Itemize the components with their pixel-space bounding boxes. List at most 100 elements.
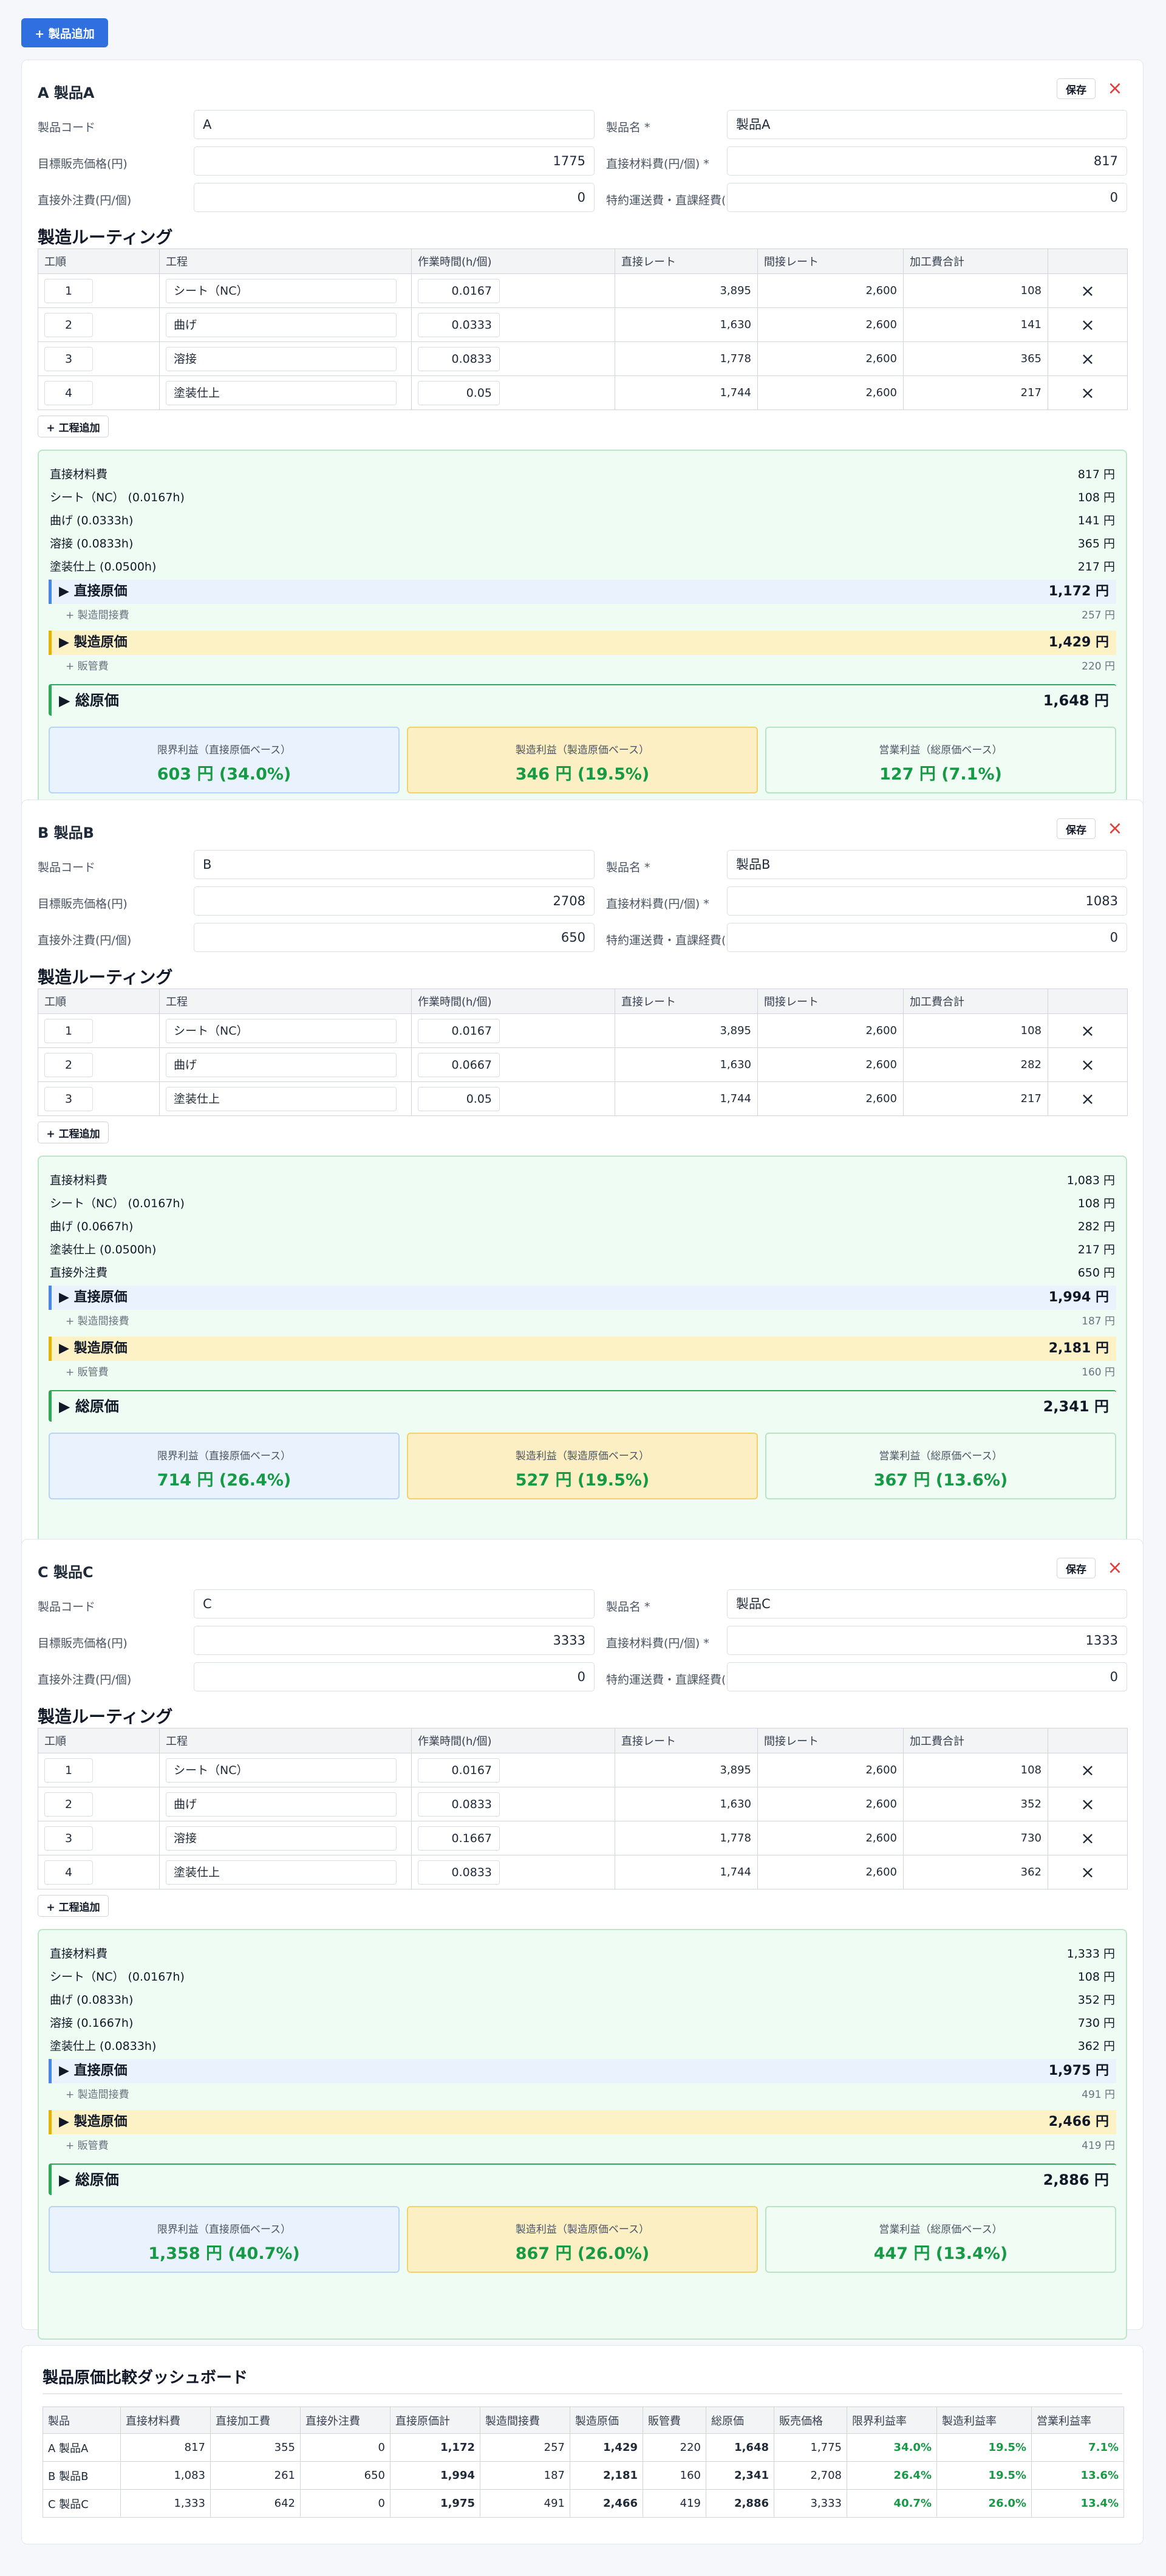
- seq-input[interactable]: 4: [44, 1860, 93, 1885]
- time-cell: 0.05: [411, 375, 615, 410]
- time-cell: 0.0167: [411, 1753, 615, 1787]
- save-button[interactable]: 保存: [1057, 818, 1096, 839]
- code-field[interactable]: A: [194, 110, 595, 139]
- delete-product-icon[interactable]: ×: [1104, 78, 1126, 99]
- code-field[interactable]: C: [194, 1589, 595, 1619]
- time-input[interactable]: 0.0167: [418, 1018, 500, 1043]
- process-cell: 塗装仕上: [159, 1081, 412, 1116]
- process-cell: 溶接: [159, 1821, 412, 1855]
- delete-product-icon[interactable]: ×: [1104, 1558, 1126, 1578]
- marginal-profit-box-label: 限界利益（直接原価ベース）: [157, 2224, 292, 2236]
- save-button[interactable]: 保存: [1057, 1558, 1096, 1578]
- target-price-field[interactable]: 3333: [194, 1626, 595, 1655]
- summary-value: 1,083 円: [1066, 1174, 1115, 1187]
- time-input[interactable]: 0.05: [418, 380, 500, 405]
- cost-summary: 直接材料費 817 円シート（NC） (0.0167h) 108 円曲げ (0.03…: [38, 450, 1127, 860]
- seq-input[interactable]: 3: [44, 1086, 93, 1111]
- seq-input[interactable]: 2: [44, 1052, 93, 1077]
- outsource-field[interactable]: 0: [194, 183, 595, 212]
- delete-process-icon[interactable]: ×: [1048, 375, 1128, 410]
- outsource-field[interactable]: 0: [194, 1662, 595, 1691]
- seq-input[interactable]: 1: [44, 1758, 93, 1783]
- operating-profit-box: 営業利益（総原価ベース） 367 円 (13.6%): [765, 1433, 1116, 1499]
- time-input[interactable]: 0.0167: [418, 1758, 500, 1783]
- target-price-field[interactable]: 2708: [194, 886, 595, 916]
- time-input[interactable]: 0.05: [418, 1086, 500, 1111]
- outsource-field[interactable]: 650: [194, 923, 595, 952]
- special-field[interactable]: 0: [727, 923, 1127, 952]
- delete-process-icon[interactable]: ×: [1048, 1787, 1128, 1821]
- time-input[interactable]: 0.0833: [418, 1860, 500, 1885]
- seq-cell: 2: [38, 1047, 160, 1082]
- add-process-button[interactable]: + 工程追加: [38, 416, 109, 437]
- process-input[interactable]: シート（NC）: [166, 1018, 397, 1043]
- process-input[interactable]: シート（NC）: [166, 1758, 397, 1783]
- target-price-field[interactable]: 1775: [194, 146, 595, 176]
- special-field[interactable]: 0: [727, 183, 1127, 212]
- label-name: 製品名 *: [606, 121, 650, 134]
- process-input[interactable]: 曲げ: [166, 312, 397, 337]
- process-input[interactable]: 溶接: [166, 346, 397, 371]
- process-input[interactable]: 溶接: [166, 1826, 397, 1851]
- seq-input[interactable]: 4: [44, 380, 93, 405]
- delete-process-icon[interactable]: ×: [1048, 1047, 1128, 1082]
- name-field[interactable]: 製品B: [727, 850, 1127, 879]
- routing-header: 作業時間(h/個): [411, 988, 615, 1014]
- time-input[interactable]: 0.0333: [418, 312, 500, 337]
- process-input[interactable]: 塗装仕上: [166, 1860, 397, 1885]
- seq-input[interactable]: 2: [44, 312, 93, 337]
- delete-process-icon[interactable]: ×: [1048, 341, 1128, 376]
- material-field[interactable]: 1083: [727, 886, 1127, 916]
- dashboard-header: 限界利益率: [847, 2406, 937, 2434]
- seq-input[interactable]: 1: [44, 278, 93, 303]
- routing-row: 2 曲げ 0.0333 1,630 2,600 141 ×: [38, 307, 1128, 342]
- add-process-button[interactable]: + 工程追加: [38, 1122, 109, 1143]
- delete-process-icon[interactable]: ×: [1048, 1821, 1128, 1855]
- material-field[interactable]: 1333: [727, 1626, 1127, 1655]
- special-field[interactable]: 0: [727, 1662, 1127, 1691]
- delete-process-icon[interactable]: ×: [1048, 1855, 1128, 1889]
- dashboard-cell: 13.6%: [1031, 2461, 1124, 2490]
- delete-process-icon[interactable]: ×: [1048, 1081, 1128, 1116]
- process-input[interactable]: 曲げ: [166, 1792, 397, 1817]
- seq-input[interactable]: 2: [44, 1792, 93, 1817]
- save-button[interactable]: 保存: [1057, 78, 1096, 99]
- delete-process-icon[interactable]: ×: [1048, 1753, 1128, 1787]
- process-input[interactable]: 塗装仕上: [166, 380, 397, 405]
- routing-row: 3 溶接 0.1667 1,778 2,600 730 ×: [38, 1821, 1128, 1855]
- mfg-cost-value: 2,181 円: [1048, 1341, 1109, 1356]
- routing-row: 3 塗装仕上 0.05 1,744 2,600 217 ×: [38, 1081, 1128, 1116]
- code-field[interactable]: B: [194, 850, 595, 879]
- material-field[interactable]: 817: [727, 146, 1127, 176]
- mfg-profit-box: 製造利益（製造原価ベース） 867 円 (26.0%): [407, 2206, 758, 2273]
- time-input[interactable]: 0.0167: [418, 278, 500, 303]
- dashboard-cell: 13.4%: [1031, 2489, 1124, 2518]
- delete-process-icon[interactable]: ×: [1048, 273, 1128, 308]
- add-process-button[interactable]: + 工程追加: [38, 1895, 109, 1917]
- delete-product-icon[interactable]: ×: [1104, 818, 1126, 839]
- delete-process-icon[interactable]: ×: [1048, 307, 1128, 342]
- process-input[interactable]: シート（NC）: [166, 278, 397, 303]
- time-input[interactable]: 0.1667: [418, 1826, 500, 1851]
- delete-process-icon[interactable]: ×: [1048, 1013, 1128, 1048]
- routing-header: 間接レート: [757, 1728, 904, 1753]
- dashboard-cell: 2,886: [706, 2489, 774, 2518]
- seq-cell: 1: [38, 273, 160, 308]
- seq-input[interactable]: 3: [44, 346, 93, 371]
- process-input[interactable]: 塗装仕上: [166, 1086, 397, 1111]
- indirect-rate-cell: 2,600: [757, 341, 904, 376]
- time-input[interactable]: 0.0833: [418, 1792, 500, 1817]
- seq-input[interactable]: 3: [44, 1826, 93, 1851]
- mfg-cost-value: 2,466 円: [1048, 2114, 1109, 2129]
- summary-line: 塗装仕上 (0.0500h) 217 円: [50, 1241, 1115, 1261]
- name-field[interactable]: 製品A: [727, 110, 1127, 139]
- time-input[interactable]: 0.0833: [418, 346, 500, 371]
- add-product-button[interactable]: + 製品追加: [21, 18, 108, 47]
- name-field[interactable]: 製品C: [727, 1589, 1127, 1619]
- process-input[interactable]: 曲げ: [166, 1052, 397, 1077]
- seq-input[interactable]: 1: [44, 1018, 93, 1043]
- routing-header: 間接レート: [757, 988, 904, 1014]
- marginal-profit-box-label: 限界利益（直接原価ベース）: [157, 744, 292, 756]
- operating-profit-box-value: 447 円 (13.4%): [873, 2244, 1008, 2263]
- time-input[interactable]: 0.0667: [418, 1052, 500, 1077]
